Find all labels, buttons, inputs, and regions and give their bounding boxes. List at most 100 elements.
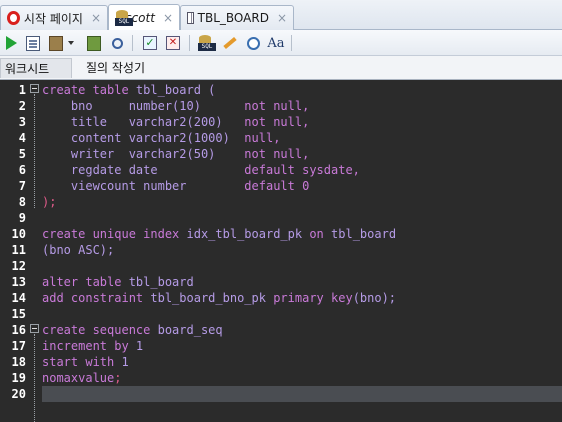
fold-toggle-icon[interactable] — [30, 324, 39, 333]
code-token: tbl_board — [128, 275, 194, 289]
code-token: regdate date — [42, 163, 245, 177]
toolbar-separator — [132, 35, 133, 51]
code-line[interactable]: title varchar2(200) not null, — [42, 114, 562, 130]
code-token: alter table — [42, 275, 129, 289]
code-token: start with — [42, 355, 122, 369]
tab-label: 시작 페이지 — [23, 11, 83, 26]
code-line[interactable]: alter table tbl_board — [42, 274, 562, 290]
oracle-logo-icon — [7, 11, 20, 25]
line-number: 12 — [11, 259, 26, 273]
line-number: 2 — [18, 99, 26, 113]
close-icon[interactable]: × — [163, 11, 173, 25]
code-token: viewcount number — [42, 179, 245, 193]
autotrace-icon[interactable] — [46, 33, 66, 53]
line-number: 19 — [11, 371, 26, 385]
code-line[interactable]: viewcount number default 0 — [42, 178, 562, 194]
code-line[interactable] — [42, 306, 562, 322]
code-token: tbl_board ( — [135, 83, 216, 97]
line-number: 16 — [11, 323, 26, 337]
code-line[interactable]: add constraint tbl_board_bno_pk primary … — [42, 290, 562, 306]
format-icon[interactable]: Aa — [266, 33, 286, 53]
find-icon[interactable] — [243, 33, 263, 53]
line-number: 18 — [11, 355, 26, 369]
line-number: 15 — [11, 307, 26, 321]
code-token: default sysdate, — [244, 163, 360, 177]
editor-tab-bar: 시작 페이지 × SQL scott × TBL_BOARD × — [0, 0, 562, 30]
code-token: add constraint — [42, 291, 151, 305]
tab-start-page[interactable]: 시작 페이지 × — [0, 5, 108, 30]
dropdown-caret-icon[interactable] — [65, 33, 77, 53]
rollback-icon[interactable]: ✕ — [163, 33, 183, 53]
code-line[interactable]: create sequence board_seq — [42, 322, 562, 338]
line-number: 20 — [11, 387, 26, 401]
worksheet-subtab-bar: 워크시트 질의 작성기 — [0, 56, 562, 80]
code-token: title varchar2(200) — [42, 115, 245, 129]
run-statement-icon[interactable] — [1, 33, 21, 53]
code-line[interactable] — [42, 386, 562, 402]
run-script-icon[interactable] — [23, 33, 43, 53]
code-token: writer varchar2(50) — [42, 147, 245, 161]
line-number: 8 — [18, 195, 26, 209]
code-token: null, — [244, 131, 281, 145]
code-token: not null, — [244, 115, 310, 129]
sql-history-icon[interactable]: SQL — [197, 33, 217, 53]
line-number: 6 — [18, 163, 26, 177]
line-number-gutter: 1 2 3 4 5 6 7 8 9 10 11 12 13 14 15 16 17 18 19 20 — [0, 80, 29, 422]
tab-query-builder[interactable]: 질의 작성기 — [82, 58, 149, 78]
code-token: tbl_board_bno_pk — [150, 291, 274, 305]
code-token: default 0 — [244, 179, 310, 193]
tab-scott[interactable]: SQL scott × — [108, 4, 180, 30]
sql-tuning-icon[interactable] — [107, 33, 127, 53]
fold-guide — [34, 94, 35, 208]
code-token: (bno ASC); — [42, 243, 115, 257]
code-token: content varchar2(1000) — [42, 131, 245, 145]
code-token: bno number(10) — [42, 99, 245, 113]
close-icon[interactable]: × — [91, 11, 101, 25]
tab-worksheet[interactable]: 워크시트 — [0, 58, 72, 78]
code-token: primary key — [273, 291, 353, 305]
sql-editor[interactable]: 1 2 3 4 5 6 7 8 9 10 11 12 13 14 15 16 17 18 19 20 create t… — [0, 80, 562, 422]
code-line[interactable]: increment by 1 — [42, 338, 562, 354]
code-line[interactable]: ); — [42, 194, 562, 210]
line-number: 3 — [18, 115, 26, 129]
line-number: 13 — [11, 275, 26, 289]
code-token: on — [309, 227, 332, 241]
code-token: not null, — [244, 99, 310, 113]
line-number: 9 — [18, 211, 26, 225]
fold-guide — [34, 334, 35, 422]
code-token: not null, — [244, 147, 310, 161]
explain-plan-icon[interactable] — [84, 33, 104, 53]
line-number: 1 — [18, 83, 26, 97]
code-line[interactable]: bno number(10) not null, — [42, 98, 562, 114]
code-token: ); — [42, 195, 57, 209]
worksheet-toolbar: ✓ ✕ SQL Aa — [0, 30, 562, 56]
code-token: (bno); — [352, 291, 397, 305]
code-line[interactable] — [42, 258, 562, 274]
code-line[interactable]: content varchar2(1000) null, — [42, 130, 562, 146]
code-line[interactable]: create unique index idx_tbl_board_pk on … — [42, 226, 562, 242]
code-line[interactable]: regdate date default sysdate, — [42, 162, 562, 178]
fold-toggle-icon[interactable] — [30, 84, 39, 93]
code-line[interactable]: writer varchar2(50) not null, — [42, 146, 562, 162]
line-number: 7 — [18, 179, 26, 193]
code-line[interactable] — [42, 210, 562, 226]
commit-icon[interactable]: ✓ — [140, 33, 160, 53]
code-line[interactable]: nomaxvalue; — [42, 370, 562, 386]
code-line[interactable]: create table tbl_board ( — [42, 82, 562, 98]
line-number: 4 — [18, 131, 26, 145]
code-line[interactable]: (bno ASC); — [42, 242, 562, 258]
code-token: 1 — [135, 339, 144, 353]
line-number: 5 — [18, 147, 26, 161]
sql-worksheet-icon: SQL — [115, 9, 133, 26]
code-line[interactable]: start with 1 — [42, 354, 562, 370]
tab-tbl-board[interactable]: TBL_BOARD × — [180, 5, 294, 30]
code-token: idx_tbl_board_pk — [186, 227, 310, 241]
clear-icon[interactable] — [220, 33, 240, 53]
code-token: increment by — [42, 339, 136, 353]
toolbar-separator — [291, 35, 292, 51]
line-number: 14 — [11, 291, 26, 305]
close-icon[interactable]: × — [277, 11, 287, 25]
toolbar-separator — [189, 35, 190, 51]
code-token: create table — [42, 83, 136, 97]
tab-label: TBL_BOARD — [197, 11, 269, 25]
